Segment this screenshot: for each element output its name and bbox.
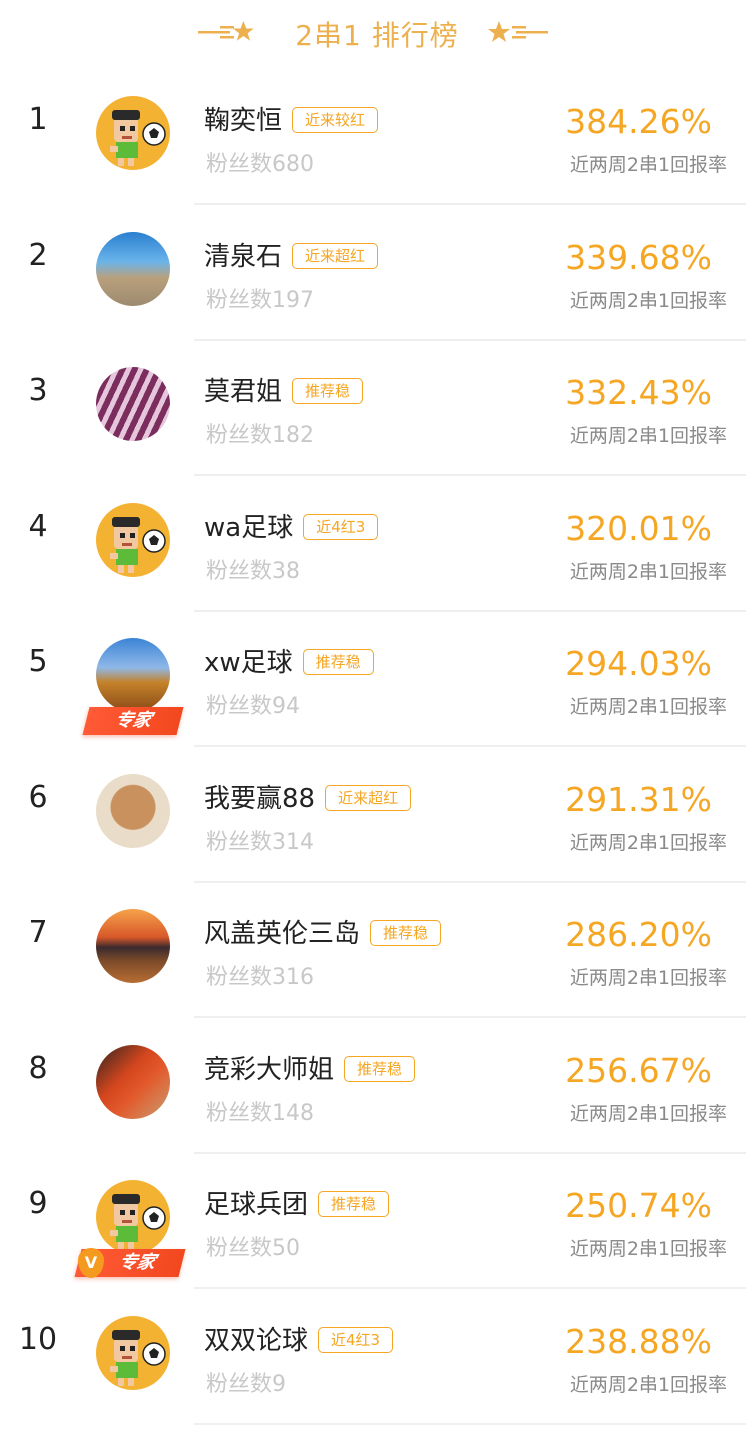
tipster-name[interactable]: 风盖英伦三岛 推荐稳 [204,913,442,950]
return-rate: 294.03% [565,644,712,683]
rank-number: 1 [28,102,48,137]
tipster-name[interactable]: 足球兵团 推荐稳 [204,1184,390,1221]
return-rate-label: 近两周2串1回报率 [569,1373,727,1396]
return-rate: 339.68% [565,237,712,277]
tipster-name-text: 双双论球 [204,1325,309,1356]
rank-number: 4 [28,508,48,544]
tipster-name-text: 鞠奕恒 [204,106,283,136]
return-rate: 384.26% [565,102,712,141]
rank-number: 7 [28,915,48,950]
return-rate: 291.31% [565,779,712,819]
status-tag: 推荐稳 [344,1055,416,1082]
fan-count: 粉丝数316 [206,965,314,990]
status-tag: 推荐稳 [292,378,364,404]
fan-count: 粉丝数182 [206,423,314,448]
return-rate-label: 近两周2串1回报率 [569,696,727,718]
return-rate-label: 近两周2串1回报率 [569,967,727,989]
tipster-name-text: 足球兵团 [204,1190,309,1220]
cartoon-soccer-avatar[interactable] [96,1315,170,1390]
rank-number: 8 [28,1050,48,1086]
tipster-name-text: 风盖英伦三岛 [204,919,361,949]
status-tag: 近4红3 [318,1326,394,1353]
cartoon-soccer-avatar[interactable] [96,96,170,170]
cartoon-soccer-avatar[interactable] [96,1180,170,1254]
sunset-photo-avatar[interactable] [96,909,170,983]
rank-number: 3 [28,373,48,408]
tipster-name-text: 莫君姐 [204,377,283,407]
return-rate: 256.67% [565,1050,712,1090]
return-rate-label: 近两周2串1回报率 [569,560,727,583]
status-tag: 近来超红 [325,784,412,811]
ranking-row[interactable]: 10 双双论球 近4红3 粉丝数9 238.88% 近两周2串1回报率 [0,1290,754,1425]
expert-badge: 专家 [82,707,184,735]
ranking-row[interactable]: 6 我要赢88 近来超红 粉丝数314 291.31% 近两周2串1回报率 [0,748,754,883]
status-tag: 近来超红 [292,242,379,269]
fan-count: 粉丝数38 [206,558,300,584]
tipster-name[interactable]: 鞠奕恒 近来较红 [204,100,379,137]
return-rate-label: 近两周2串1回报率 [569,154,727,176]
tipster-name[interactable]: xw足球 推荐稳 [204,642,374,679]
fan-count: 粉丝数94 [206,694,300,719]
dog-photo-avatar[interactable] [96,773,170,848]
return-rate: 320.01% [565,508,712,548]
tipster-name-text: wa足球 [204,512,294,543]
ranking-row[interactable]: 1 鞠奕恒 近来较红 粉丝数680 384.26% 近两周2串1回报率 [0,70,754,205]
return-rate-label: 近两周2串1回报率 [569,1238,727,1260]
rank-number: 10 [18,1321,58,1357]
tipster-name[interactable]: 双双论球 近4红3 [204,1320,394,1357]
ranking-row[interactable]: 2 清泉石 近来超红 粉丝数197 339.68% 近两周2串1回报率 [0,206,754,341]
return-rate: 332.43% [565,373,712,412]
tipster-name[interactable]: 竞彩大师姐 推荐稳 [204,1049,416,1086]
return-rate: 286.20% [565,915,712,954]
star-decoration-right-icon [488,21,548,42]
tipster-name-text: xw足球 [204,648,293,678]
return-rate: 238.88% [565,1321,712,1361]
return-rate-label: 近两周2串1回报率 [569,1102,727,1125]
status-tag: 近来较红 [292,107,379,133]
status-tag: 近4红3 [303,513,379,540]
status-tag: 推荐稳 [302,649,374,675]
tipster-name[interactable]: 清泉石 近来超红 [204,236,379,273]
fan-count: 粉丝数197 [206,287,314,313]
page-title: 2串1 排行榜 [295,19,459,52]
return-rate: 250.74% [565,1186,712,1225]
ranking-row[interactable]: 8 竞彩大师姐 推荐稳 粉丝数148 256.67% 近两周2串1回报率 [0,1019,754,1154]
status-tag: 推荐稳 [318,1191,390,1217]
ranking-row[interactable]: 5 xw足球 推荐稳 粉丝数94 294.03% 近两周2串1回报率 专家 [0,612,754,747]
palace-photo-avatar[interactable] [96,638,170,712]
tipster-name[interactable]: 莫君姐 推荐稳 [204,371,364,408]
rank-number: 9 [28,1186,48,1221]
return-rate-label: 近两周2串1回报率 [569,289,727,312]
rank-number: 6 [28,779,48,815]
rank-number: 2 [28,237,48,273]
row-divider [194,1422,746,1425]
red-dress-photo-avatar[interactable] [96,1044,170,1119]
tipster-name[interactable]: wa足球 近4红3 [204,507,379,544]
ranking-row[interactable]: 4 wa足球 近4红3 粉丝数38 320.01% 近两周2串1回报率 [0,477,754,612]
return-rate-label: 近两周2串1回报率 [569,425,727,447]
rank-number: 5 [28,644,48,679]
cartoon-soccer-avatar[interactable] [96,502,170,577]
tipster-name-text: 竞彩大师姐 [204,1054,335,1085]
status-tag: 推荐稳 [370,920,442,946]
fan-count: 粉丝数9 [206,1371,286,1397]
ranking-row[interactable]: 3 莫君姐 推荐稳 粉丝数182 332.43% 近两周2串1回报率 [0,341,754,476]
fan-count: 粉丝数148 [206,1100,314,1126]
ranking-row[interactable]: 7 风盖英伦三岛 推荐稳 粉丝数316 286.20% 近两周2串1回报率 [0,883,754,1018]
return-rate-label: 近两周2串1回报率 [569,831,727,854]
fan-count: 粉丝数50 [206,1236,300,1261]
tipster-name[interactable]: 我要赢88 近来超红 [204,778,412,815]
tipster-name-text: 清泉石 [204,241,283,272]
fan-count: 粉丝数680 [206,152,314,177]
ranking-row[interactable]: 9 足球兵团 推荐稳 粉丝数50 250.74% 近两周2串1回报率 专家 V [0,1154,754,1289]
ranking-header: 2串1 排行榜 [0,0,754,70]
stones-photo-avatar[interactable] [96,231,170,306]
tipster-name-text: 我要赢88 [204,783,316,814]
dress-photo-avatar[interactable] [96,367,170,441]
fan-count: 粉丝数314 [206,829,314,855]
